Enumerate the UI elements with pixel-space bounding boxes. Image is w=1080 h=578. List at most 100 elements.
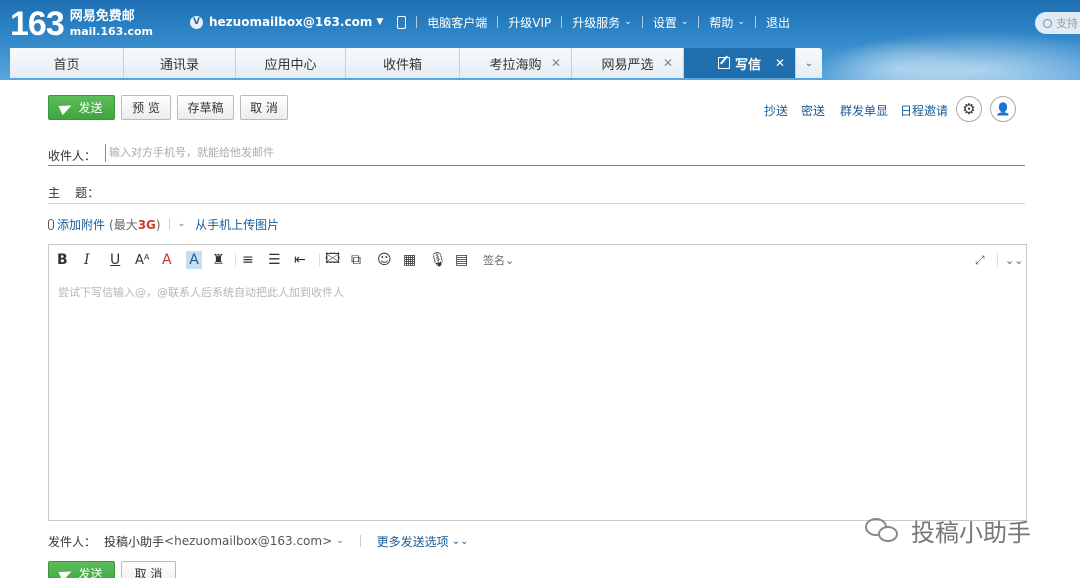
bold-icon[interactable]: B — [57, 251, 68, 269]
send-button[interactable]: 发送 — [48, 95, 115, 120]
chevron-down-icon: ⌄ — [804, 57, 814, 69]
link-upgrade-vip[interactable]: 升级VIP — [508, 14, 551, 31]
tab-bar: 首页 通讯录 应用中心 收件箱 考拉海购 ✕ 网易严选 ✕ 写信 ✕ ⌄ — [10, 48, 822, 78]
add-attachment-link[interactable]: 添加附件 — [57, 216, 105, 233]
tab-home[interactable]: 首页 — [10, 48, 124, 78]
signature-dropdown[interactable]: 签名 ⌄ — [483, 251, 514, 269]
tab-compose[interactable]: 写信 ✕ — [684, 48, 796, 78]
logo-number: 163 — [10, 5, 65, 43]
link-desktop-client[interactable]: 电脑客户端 — [427, 14, 487, 31]
compose-icon — [717, 57, 730, 69]
rich-text-editor[interactable]: B I U Aᴬ A A ♜ ≡ ☰ ⇤ 🖾 ⧉ ☺ ▦ 🎙 ▤ 签名 ⌄ ⤢ ⌄… — [48, 244, 1027, 521]
watermark-text: 投稿小助手 — [911, 519, 1031, 547]
attachment-row: 添加附件 (最大3G) ⌄ 从手机上传图片 — [48, 216, 279, 232]
indent-icon[interactable]: ⇤ — [294, 251, 306, 269]
mobile-phone-icon[interactable] — [397, 15, 407, 29]
divider — [48, 165, 1025, 166]
tab-label: 首页 — [53, 57, 80, 73]
account-name[interactable]: hezuomailbox@163.com — [209, 15, 372, 29]
paper-plane-icon — [58, 100, 75, 115]
link-logout[interactable]: 退出 — [766, 14, 790, 31]
translate-icon[interactable]: ▤ — [455, 251, 468, 269]
double-chevron-down-icon[interactable]: ⌄⌄ — [452, 536, 469, 547]
header-cloud-decoration — [820, 40, 980, 80]
link-help[interactable]: 帮助 — [709, 14, 733, 31]
close-icon[interactable]: ✕ — [663, 56, 673, 70]
chevron-down-icon[interactable]: ⌄ — [178, 219, 186, 229]
search-placeholder: 支持 — [1056, 17, 1078, 30]
image-icon[interactable]: 🖾 — [325, 251, 340, 269]
emoji-icon[interactable]: ☺ — [377, 251, 392, 269]
top-nav: V hezuomailbox@163.com ▼ 电脑客户端 升级VIP 升级服… — [190, 12, 790, 32]
sender-label: 发件人： — [48, 534, 97, 549]
gear-icon[interactable]: ⚙ — [956, 96, 982, 122]
chevron-down-icon: ⌄ — [680, 17, 689, 27]
highlight-color-icon[interactable]: A — [186, 251, 202, 269]
tab-label: 收件箱 — [382, 57, 422, 73]
chevron-down-icon[interactable]: ▼ — [376, 17, 383, 27]
wechat-icon — [865, 516, 901, 546]
cancel-button[interactable]: 取 消 — [240, 95, 288, 120]
sender-name[interactable]: 投稿小助手 — [104, 533, 164, 550]
editor-placeholder: 尝试下写信输入@，@联系人后系统自动把此人加到收件人 — [58, 286, 344, 299]
group-single-link[interactable]: 群发单显 — [840, 102, 888, 119]
attachment-limit: (最大3G) — [109, 217, 161, 232]
tab-inbox[interactable]: 收件箱 — [346, 48, 460, 78]
tab-label: 网易严选 — [601, 57, 654, 73]
paperclip-icon — [48, 218, 54, 230]
tab-app-center[interactable]: 应用中心 — [236, 48, 346, 78]
header-bar: 163 网易免费邮 mail.163.com V hezuomailbox@16… — [0, 0, 1080, 80]
close-icon[interactable]: ✕ — [551, 56, 561, 70]
subject-input[interactable] — [105, 180, 1025, 200]
search-icon — [1043, 18, 1052, 28]
cancel-button-bottom[interactable]: 取 消 — [121, 561, 176, 578]
tab-more-dropdown[interactable]: ⌄ — [796, 48, 822, 78]
font-size-icon[interactable]: Aᴬ — [135, 251, 150, 269]
tab-yanxuan[interactable]: 网易严选 ✕ — [572, 48, 684, 78]
align-icon[interactable]: ≡ — [242, 251, 254, 269]
more-send-options-link[interactable]: 更多发送选项 — [377, 533, 449, 550]
tab-label: 写信 — [734, 57, 761, 73]
link-upgrade-service[interactable]: 升级服务 — [572, 14, 620, 31]
sender-email[interactable]: <hezuomailbox@163.com> — [164, 534, 332, 548]
send-button-bottom[interactable]: 发送 — [48, 561, 115, 578]
tab-label: 考拉海购 — [489, 57, 542, 73]
subject-label: 主 题： — [48, 186, 100, 200]
screenshot-icon[interactable]: ⧉ — [351, 251, 361, 269]
italic-icon[interactable]: I — [84, 251, 90, 269]
calendar-icon[interactable]: ▦ — [403, 251, 416, 269]
tab-contacts[interactable]: 通讯录 — [124, 48, 236, 78]
chevron-down-icon: ⌄ — [737, 17, 745, 27]
save-draft-button[interactable]: 存草稿 — [177, 95, 234, 120]
format-painter-icon[interactable]: ♜ — [212, 251, 225, 269]
chevron-down-icon: ⌄ — [624, 17, 632, 27]
font-color-icon[interactable]: A — [162, 251, 172, 269]
tab-kaola[interactable]: 考拉海购 ✕ — [460, 48, 572, 78]
close-icon[interactable]: ✕ — [775, 56, 785, 70]
schedule-invite-link[interactable]: 日程邀请 — [900, 102, 948, 119]
divider — [48, 203, 1025, 204]
sender-row: 发件人： 投稿小助手 <hezuomailbox@163.com> ⌄ 更多发送… — [48, 533, 468, 549]
microphone-icon[interactable]: 🎙 — [429, 251, 447, 269]
bullet-list-icon[interactable]: ☰ — [268, 251, 281, 269]
link-settings[interactable]: 设置 — [653, 14, 677, 31]
tab-label: 通讯录 — [159, 57, 199, 73]
logo[interactable]: 163 网易免费邮 mail.163.com — [10, 6, 153, 42]
tab-label: 应用中心 — [264, 57, 317, 73]
mobile-upload-link[interactable]: 从手机上传图片 — [195, 216, 279, 233]
add-contact-icon[interactable]: 👤 — [990, 96, 1016, 122]
bcc-link[interactable]: 密送 — [801, 102, 825, 119]
search-input[interactable]: 支持 — [1035, 12, 1080, 34]
chevron-down-icon[interactable]: ⌄ — [336, 536, 344, 546]
paper-plane-icon — [58, 566, 75, 578]
expand-icon[interactable]: ⤢ — [975, 251, 985, 269]
recipient-input[interactable]: 输入对方手机号，就能给他发邮件 — [105, 144, 1025, 162]
preview-button[interactable]: 预 览 — [121, 95, 171, 120]
watermark: 投稿小助手 — [865, 513, 1031, 548]
logo-domain: mail.163.com — [69, 25, 154, 38]
vip-badge-icon: V — [190, 15, 203, 29]
logo-name: 网易免费邮 — [69, 9, 135, 24]
underline-icon[interactable]: U — [110, 251, 120, 269]
cc-link[interactable]: 抄送 — [764, 102, 788, 119]
double-chevron-down-icon[interactable]: ⌄⌄ — [1005, 251, 1023, 269]
